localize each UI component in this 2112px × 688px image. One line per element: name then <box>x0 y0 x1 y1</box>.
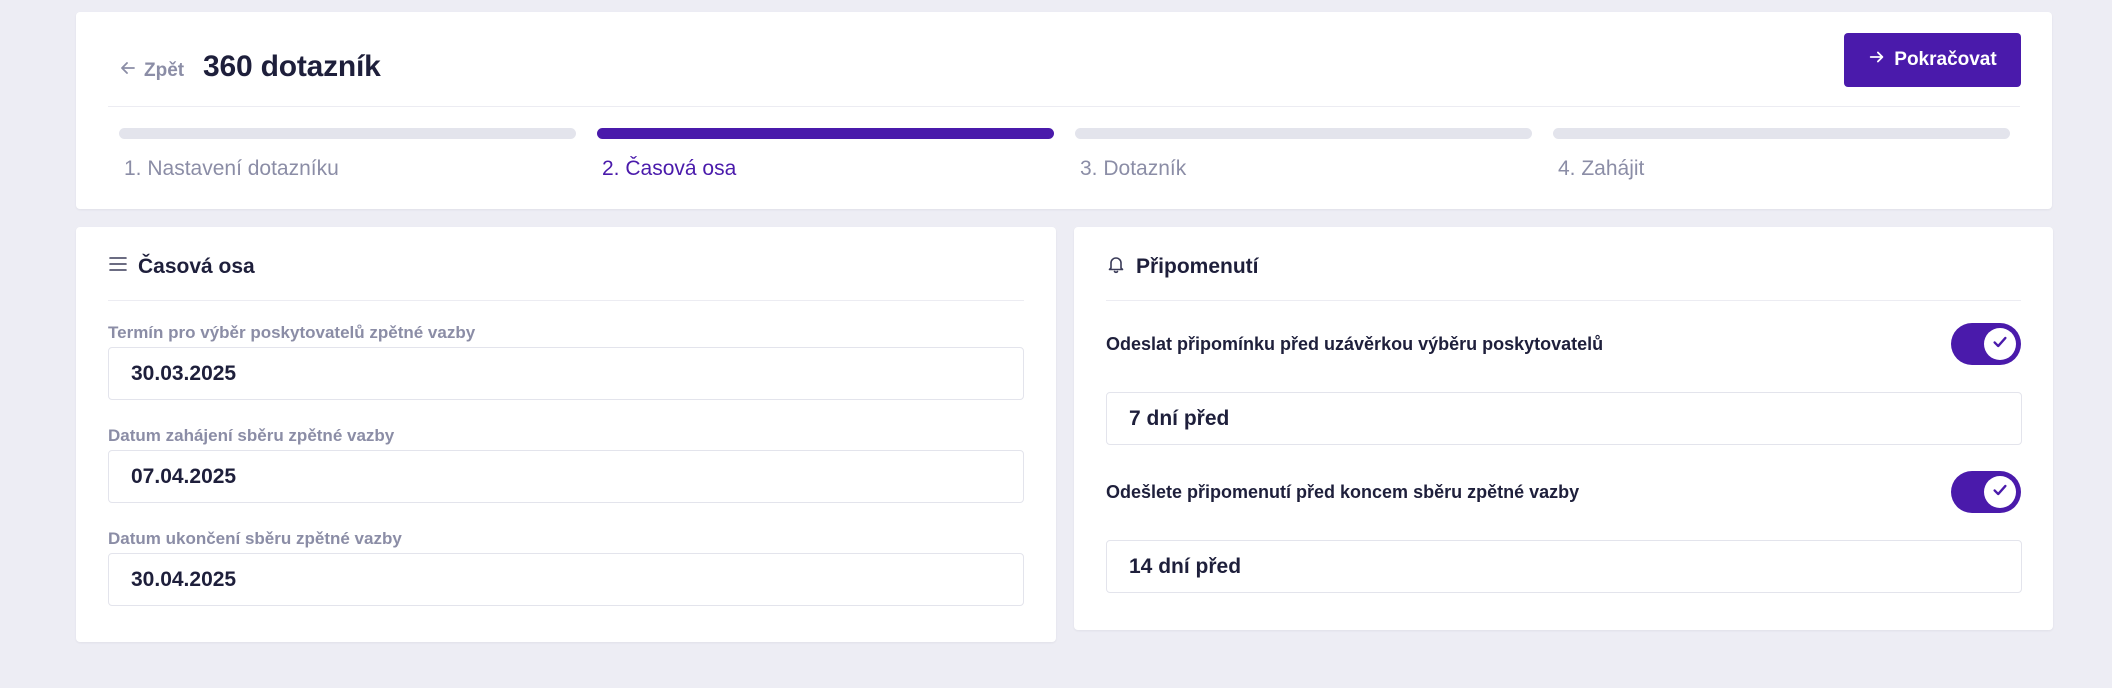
timeline-header: Časová osa <box>108 254 255 279</box>
collection-end-input[interactable]: 30.04.2025 <box>108 553 1024 606</box>
toggle-knob <box>1984 476 2016 508</box>
page-title: 360 dotazník <box>203 50 381 83</box>
step-label: 3. Dotazník <box>1080 157 1187 180</box>
timeline-card: Časová osa Termín pro výběr poskytovatel… <box>76 227 1056 642</box>
list-icon <box>108 254 128 279</box>
check-icon <box>1991 333 2009 356</box>
step-4[interactable]: 4. Zahájit <box>1553 128 2010 181</box>
continue-button[interactable]: Pokračovat <box>1844 33 2021 87</box>
collection-start-label: Datum zahájení sběru zpětné vazby <box>108 426 395 445</box>
check-icon <box>1991 481 2009 504</box>
back-label: Zpět <box>144 60 185 81</box>
step-2[interactable]: 2. Časová osa <box>597 128 1054 181</box>
collection-start-input[interactable]: 07.04.2025 <box>108 450 1024 503</box>
step-progress-bar <box>597 128 1054 139</box>
step-progress-bar <box>1075 128 1532 139</box>
timeline-title: Časová osa <box>138 254 255 278</box>
reminders-header: Připomenutí <box>1106 254 1259 279</box>
arrow-left-icon <box>118 58 138 84</box>
reminders-card: Připomenutí Odeslat připomínku před uzáv… <box>1074 227 2053 630</box>
collection-end-label: Datum ukončení sběru zpětné vazby <box>108 529 402 548</box>
step-progress-bar <box>1553 128 2010 139</box>
arrow-right-icon <box>1868 48 1886 72</box>
collection-reminder-toggle[interactable] <box>1951 471 2021 513</box>
continue-label: Pokračovat <box>1894 49 1997 70</box>
header-card: Zpět 360 dotazník Pokračovat 1. Nastaven… <box>76 12 2052 209</box>
step-label: 4. Zahájit <box>1558 157 1645 180</box>
step-label: 2. Časová osa <box>602 157 737 180</box>
provider-deadline-label: Termín pro výběr poskytovatelů zpětné va… <box>108 323 476 342</box>
toggle-knob <box>1984 328 2016 360</box>
provider-reminder-label: Odeslat připomínku před uzávěrkou výběru… <box>1106 334 1604 354</box>
provider-deadline-input[interactable]: 30.03.2025 <box>108 347 1024 400</box>
step-3[interactable]: 3. Dotazník <box>1075 128 1532 181</box>
reminders-title: Připomenutí <box>1136 254 1259 278</box>
provider-reminder-toggle[interactable] <box>1951 323 2021 365</box>
reminders-divider <box>1106 300 2021 301</box>
bell-icon <box>1106 254 1126 279</box>
step-label: 1. Nastavení dotazníku <box>124 157 339 180</box>
collection-reminder-select[interactable]: 14 dní před <box>1106 540 2022 593</box>
step-1[interactable]: 1. Nastavení dotazníku <box>119 128 576 181</box>
step-progress-bar <box>119 128 576 139</box>
provider-reminder-select[interactable]: 7 dní před <box>1106 392 2022 445</box>
back-link[interactable]: Zpět <box>118 58 184 84</box>
timeline-divider <box>108 300 1024 301</box>
collection-reminder-label: Odešlete připomenutí před koncem sběru z… <box>1106 482 1580 502</box>
header-divider <box>108 106 2020 107</box>
